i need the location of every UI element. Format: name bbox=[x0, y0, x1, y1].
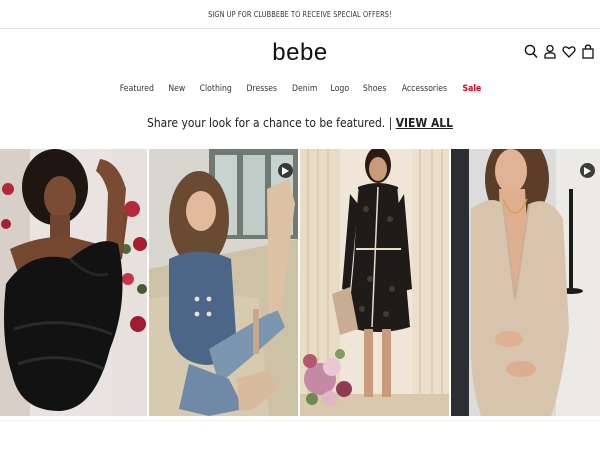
shopping-bag-icon[interactable] bbox=[581, 43, 595, 59]
main-nav: Featured New Clothing Dresses Denim Logo… bbox=[0, 84, 600, 94]
gallery-photo-2 bbox=[149, 149, 298, 416]
nav-item-shoes[interactable]: Shoes bbox=[358, 84, 390, 94]
nav-item-accessories[interactable]: Accessories bbox=[397, 84, 451, 94]
play-video-icon[interactable] bbox=[278, 163, 293, 178]
gallery-tile-2[interactable] bbox=[149, 149, 298, 416]
view-all-link[interactable]: VIEW ALL bbox=[396, 115, 453, 130]
account-icon[interactable] bbox=[543, 43, 557, 59]
nav-item-logo[interactable]: Logo bbox=[327, 84, 354, 94]
search-icon[interactable] bbox=[524, 43, 538, 59]
nav-item-clothing[interactable]: Clothing bbox=[195, 84, 236, 94]
wishlist-heart-icon[interactable] bbox=[562, 43, 576, 59]
header-icons bbox=[524, 43, 595, 59]
promo-bar: SIGN UP FOR CLUBBEBE TO RECEIVE SPECIAL … bbox=[0, 0, 600, 29]
nav-item-dresses[interactable]: Dresses bbox=[242, 84, 281, 94]
nav-item-new[interactable]: New bbox=[164, 84, 189, 94]
gallery-photo-4 bbox=[451, 149, 600, 416]
divider bbox=[0, 420, 600, 421]
gallery-photo-3 bbox=[300, 149, 449, 416]
ugc-prompt-text: Share your look for a chance to be featu… bbox=[147, 115, 396, 130]
gallery-tile-4[interactable] bbox=[451, 149, 600, 416]
gallery-tile-3[interactable] bbox=[300, 149, 449, 416]
ugc-gallery bbox=[0, 149, 600, 416]
promo-signup-link[interactable]: SIGN UP FOR CLUBBEBE TO RECEIVE SPECIAL … bbox=[208, 10, 392, 19]
gallery-photo-1 bbox=[0, 149, 147, 416]
bebe-logo[interactable]: bebe bbox=[0, 38, 600, 68]
nav-item-featured[interactable]: Featured bbox=[116, 84, 159, 94]
nav-item-sale[interactable]: Sale bbox=[458, 84, 485, 94]
gallery-tile-1[interactable] bbox=[0, 149, 147, 416]
nav-item-denim[interactable]: Denim bbox=[288, 84, 322, 94]
ugc-feature-line: Share your look for a chance to be featu… bbox=[42, 115, 558, 130]
play-video-icon[interactable] bbox=[580, 163, 595, 178]
